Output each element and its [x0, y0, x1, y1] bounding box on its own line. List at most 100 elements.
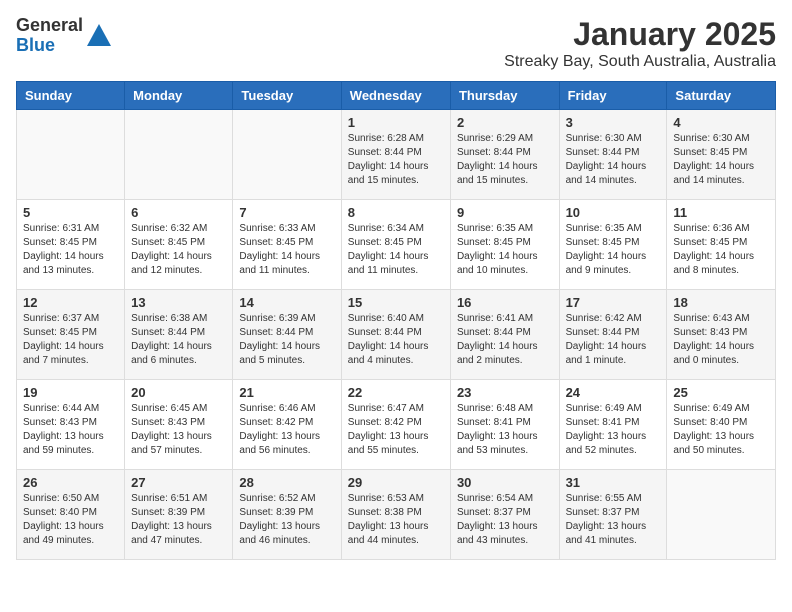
day-number: 27	[131, 475, 226, 490]
day-info: Sunrise: 6:30 AM Sunset: 8:45 PM Dayligh…	[673, 132, 769, 188]
day-number: 13	[131, 295, 226, 310]
calendar-cell: 16 Sunrise: 6:41 AM Sunset: 8:44 PM Dayli…	[450, 290, 559, 380]
day-number: 12	[23, 295, 118, 310]
day-info: Sunrise: 6:55 AM Sunset: 8:37 PM Dayligh…	[566, 492, 661, 548]
calendar-cell: 23 Sunrise: 6:48 AM Sunset: 8:41 PM Dayli…	[450, 380, 559, 470]
day-info: Sunrise: 6:45 AM Sunset: 8:43 PM Dayligh…	[131, 402, 226, 458]
day-number: 21	[239, 385, 334, 400]
logo-icon	[85, 22, 113, 50]
calendar-cell: 15Sunrise: 6:40 AM Sunset: 8:44 PM Dayli…	[341, 290, 450, 380]
location: Streaky Bay, South Australia, Australia	[504, 53, 776, 71]
title-block: January 2025 Streaky Bay, South Australi…	[504, 16, 776, 71]
day-info: Sunrise: 6:51 AM Sunset: 8:39 PM Dayligh…	[131, 492, 226, 548]
calendar-cell: 28Sunrise: 6:52 AM Sunset: 8:39 PM Dayli…	[233, 470, 341, 560]
calendar-cell: 24 Sunrise: 6:49 AM Sunset: 8:41 PM Dayli…	[559, 380, 667, 470]
day-number: 5	[23, 205, 118, 220]
day-info: Sunrise: 6:35 AM Sunset: 8:45 PM Dayligh…	[566, 222, 661, 278]
calendar-cell: 1Sunrise: 6:28 AM Sunset: 8:44 PM Daylig…	[341, 110, 450, 200]
calendar-cell: 29Sunrise: 6:53 AM Sunset: 8:38 PM Dayli…	[341, 470, 450, 560]
calendar-cell	[667, 470, 776, 560]
calendar-week-3: 12 Sunrise: 6:37 AM Sunset: 8:45 PM Dayli…	[17, 290, 776, 380]
day-info: Sunrise: 6:36 AM Sunset: 8:45 PM Dayligh…	[673, 222, 769, 278]
day-number: 26	[23, 475, 118, 490]
day-number: 15	[348, 295, 444, 310]
day-info: Sunrise: 6:52 AM Sunset: 8:39 PM Dayligh…	[239, 492, 334, 548]
day-info: Sunrise: 6:38 AM Sunset: 8:44 PM Dayligh…	[131, 312, 226, 368]
day-number: 8	[348, 205, 444, 220]
calendar-week-2: 5 Sunrise: 6:31 AM Sunset: 8:45 PM Daylig…	[17, 200, 776, 290]
day-number: 18	[673, 295, 769, 310]
calendar-table: SundayMondayTuesdayWednesdayThursdayFrid…	[16, 81, 776, 560]
day-number: 16	[457, 295, 553, 310]
weekday-header-sunday: Sunday	[17, 82, 125, 110]
day-info: Sunrise: 6:49 AM Sunset: 8:41 PM Dayligh…	[566, 402, 661, 458]
calendar-cell: 13 Sunrise: 6:38 AM Sunset: 8:44 PM Dayli…	[125, 290, 233, 380]
calendar-week-1: 1Sunrise: 6:28 AM Sunset: 8:44 PM Daylig…	[17, 110, 776, 200]
calendar-cell: 14 Sunrise: 6:39 AM Sunset: 8:44 PM Dayli…	[233, 290, 341, 380]
day-number: 6	[131, 205, 226, 220]
day-number: 24	[566, 385, 661, 400]
calendar-week-5: 26 Sunrise: 6:50 AM Sunset: 8:40 PM Dayli…	[17, 470, 776, 560]
day-number: 14	[239, 295, 334, 310]
day-info: Sunrise: 6:54 AM Sunset: 8:37 PM Dayligh…	[457, 492, 553, 548]
calendar-cell: 31 Sunrise: 6:55 AM Sunset: 8:37 PM Dayli…	[559, 470, 667, 560]
calendar-cell: 10 Sunrise: 6:35 AM Sunset: 8:45 PM Dayli…	[559, 200, 667, 290]
calendar-cell: 21 Sunrise: 6:46 AM Sunset: 8:42 PM Dayli…	[233, 380, 341, 470]
calendar-cell: 5 Sunrise: 6:31 AM Sunset: 8:45 PM Daylig…	[17, 200, 125, 290]
page-header: General Blue January 2025 Streaky Bay, S…	[16, 16, 776, 71]
calendar-cell	[125, 110, 233, 200]
weekday-header-tuesday: Tuesday	[233, 82, 341, 110]
day-info: Sunrise: 6:32 AM Sunset: 8:45 PM Dayligh…	[131, 222, 226, 278]
calendar-cell: 26 Sunrise: 6:50 AM Sunset: 8:40 PM Dayli…	[17, 470, 125, 560]
day-info: Sunrise: 6:30 AM Sunset: 8:44 PM Dayligh…	[566, 132, 661, 188]
calendar-cell: 20 Sunrise: 6:45 AM Sunset: 8:43 PM Dayli…	[125, 380, 233, 470]
logo-general-text: General	[16, 16, 83, 36]
day-info: Sunrise: 6:39 AM Sunset: 8:44 PM Dayligh…	[239, 312, 334, 368]
calendar-week-4: 19Sunrise: 6:44 AM Sunset: 8:43 PM Dayli…	[17, 380, 776, 470]
day-info: Sunrise: 6:31 AM Sunset: 8:45 PM Dayligh…	[23, 222, 118, 278]
day-info: Sunrise: 6:37 AM Sunset: 8:45 PM Dayligh…	[23, 312, 118, 368]
day-number: 31	[566, 475, 661, 490]
day-number: 2	[457, 115, 553, 130]
calendar-cell: 17Sunrise: 6:42 AM Sunset: 8:44 PM Dayli…	[559, 290, 667, 380]
day-info: Sunrise: 6:44 AM Sunset: 8:43 PM Dayligh…	[23, 402, 118, 458]
day-info: Sunrise: 6:34 AM Sunset: 8:45 PM Dayligh…	[348, 222, 444, 278]
day-number: 23	[457, 385, 553, 400]
weekday-header-monday: Monday	[125, 82, 233, 110]
day-number: 10	[566, 205, 661, 220]
day-info: Sunrise: 6:41 AM Sunset: 8:44 PM Dayligh…	[457, 312, 553, 368]
calendar-header-row: SundayMondayTuesdayWednesdayThursdayFrid…	[17, 82, 776, 110]
day-info: Sunrise: 6:46 AM Sunset: 8:42 PM Dayligh…	[239, 402, 334, 458]
calendar-cell: 11Sunrise: 6:36 AM Sunset: 8:45 PM Dayli…	[667, 200, 776, 290]
calendar-cell: 3 Sunrise: 6:30 AM Sunset: 8:44 PM Daylig…	[559, 110, 667, 200]
weekday-header-wednesday: Wednesday	[341, 82, 450, 110]
weekday-header-friday: Friday	[559, 82, 667, 110]
day-number: 4	[673, 115, 769, 130]
day-info: Sunrise: 6:29 AM Sunset: 8:44 PM Dayligh…	[457, 132, 553, 188]
calendar-cell: 4 Sunrise: 6:30 AM Sunset: 8:45 PM Daylig…	[667, 110, 776, 200]
calendar-cell: 19Sunrise: 6:44 AM Sunset: 8:43 PM Dayli…	[17, 380, 125, 470]
day-info: Sunrise: 6:50 AM Sunset: 8:40 PM Dayligh…	[23, 492, 118, 548]
weekday-header-saturday: Saturday	[667, 82, 776, 110]
day-number: 3	[566, 115, 661, 130]
day-number: 7	[239, 205, 334, 220]
calendar-cell: 6 Sunrise: 6:32 AM Sunset: 8:45 PM Daylig…	[125, 200, 233, 290]
day-number: 1	[348, 115, 444, 130]
day-number: 20	[131, 385, 226, 400]
month-title: January 2025	[504, 16, 776, 53]
calendar-cell: 2 Sunrise: 6:29 AM Sunset: 8:44 PM Daylig…	[450, 110, 559, 200]
day-info: Sunrise: 6:47 AM Sunset: 8:42 PM Dayligh…	[348, 402, 444, 458]
day-number: 25	[673, 385, 769, 400]
calendar-cell: 25Sunrise: 6:49 AM Sunset: 8:40 PM Dayli…	[667, 380, 776, 470]
calendar-cell	[233, 110, 341, 200]
day-number: 22	[348, 385, 444, 400]
day-number: 9	[457, 205, 553, 220]
calendar-cell: 30Sunrise: 6:54 AM Sunset: 8:37 PM Dayli…	[450, 470, 559, 560]
day-info: Sunrise: 6:33 AM Sunset: 8:45 PM Dayligh…	[239, 222, 334, 278]
calendar-cell: 12 Sunrise: 6:37 AM Sunset: 8:45 PM Dayli…	[17, 290, 125, 380]
calendar-cell: 8 Sunrise: 6:34 AM Sunset: 8:45 PM Daylig…	[341, 200, 450, 290]
calendar-cell: 22 Sunrise: 6:47 AM Sunset: 8:42 PM Dayli…	[341, 380, 450, 470]
day-info: Sunrise: 6:48 AM Sunset: 8:41 PM Dayligh…	[457, 402, 553, 458]
day-info: Sunrise: 6:35 AM Sunset: 8:45 PM Dayligh…	[457, 222, 553, 278]
weekday-header-thursday: Thursday	[450, 82, 559, 110]
